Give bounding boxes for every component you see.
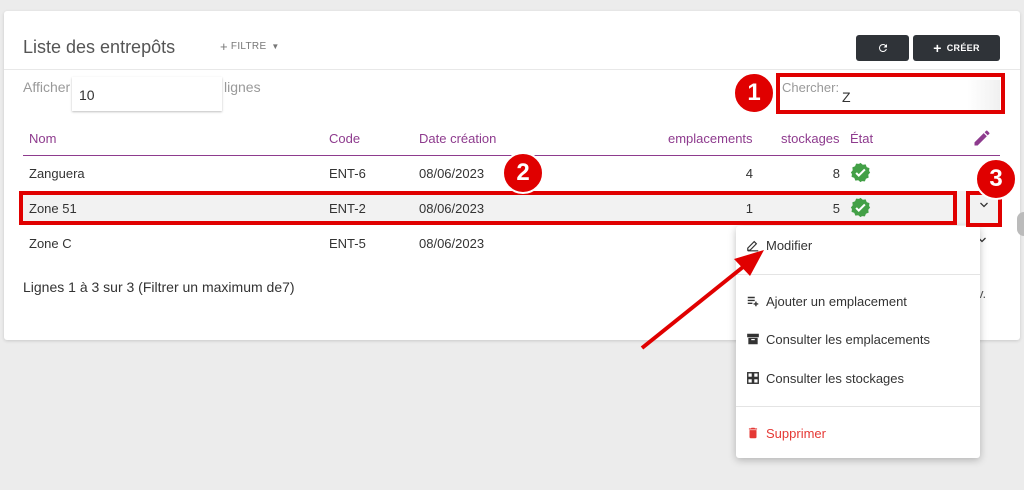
pointer-arrow xyxy=(640,250,764,350)
